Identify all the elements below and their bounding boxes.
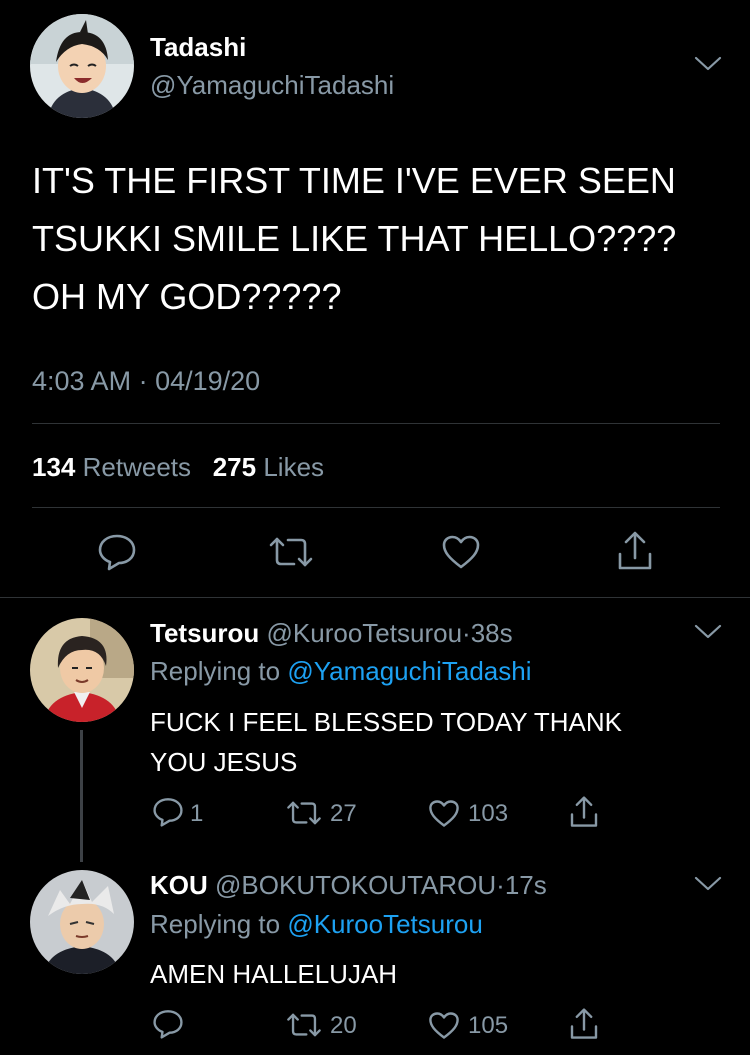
reply-text-line: FUCK I FEEL BLESSED TODAY THANK — [150, 707, 622, 737]
chevron-down-icon[interactable] — [694, 624, 722, 640]
tweet-text-line: TSUKKI SMILE LIKE THAT HELLO???? — [32, 218, 677, 259]
reply-text-line: YOU JESUS — [150, 747, 298, 777]
reply-header: Tetsurou @KurooTetsurou·38s — [150, 618, 513, 649]
divider — [32, 423, 720, 424]
share-icon[interactable] — [568, 795, 600, 829]
tweet-timestamp[interactable]: 4:03 AM · 04/19/20 — [32, 366, 260, 397]
reply-author-name[interactable]: Tetsurou — [150, 618, 259, 648]
chevron-down-icon[interactable] — [694, 56, 722, 72]
reply-age: 17s — [504, 870, 547, 900]
retweets-label: Retweets — [82, 452, 192, 482]
reply-count: 1 — [190, 800, 204, 827]
retweet-icon[interactable] — [286, 1012, 322, 1038]
tweet-text-line: IT'S THE FIRST TIME I'VE EVER SEEN — [32, 160, 676, 201]
replying-to: Replying to @KurooTetsurou — [150, 909, 483, 940]
like-icon[interactable] — [428, 1011, 460, 1040]
reply-avatar[interactable] — [30, 870, 134, 974]
reply-text: FUCK I FEEL BLESSED TODAY THANK YOU JESU… — [150, 702, 622, 782]
share-icon[interactable] — [615, 530, 655, 572]
reply-icon[interactable] — [152, 1009, 184, 1039]
share-icon[interactable] — [568, 1007, 600, 1041]
divider — [32, 507, 720, 508]
retweet-count: 27 — [330, 800, 357, 827]
like-icon[interactable] — [441, 534, 481, 570]
thread-line — [80, 730, 83, 862]
replying-to-link[interactable]: @KurooTetsurou — [287, 909, 483, 939]
likes-stat[interactable]: 275 Likes — [213, 452, 324, 482]
retweet-icon[interactable] — [286, 800, 322, 826]
reply-text-line: AMEN HALLELUJAH — [150, 959, 398, 989]
separator-dot: · — [496, 870, 505, 900]
likes-label: Likes — [263, 452, 325, 482]
separator-dot: · — [138, 366, 148, 396]
tweet-text-line: OH MY GOD????? — [32, 276, 342, 317]
reply-text: AMEN HALLELUJAH — [150, 956, 397, 992]
reply-avatar[interactable] — [30, 618, 134, 722]
author-name[interactable]: Tadashi — [150, 32, 246, 63]
author-avatar[interactable] — [30, 14, 134, 118]
reply-author-name[interactable]: KOU — [150, 870, 208, 900]
reply-icon[interactable] — [97, 533, 137, 571]
reply-author-handle[interactable]: @BOKUTOKOUTAROU — [215, 870, 496, 900]
chevron-down-icon[interactable] — [694, 876, 722, 892]
like-count: 105 — [468, 1012, 509, 1039]
likes-count: 275 — [212, 452, 257, 482]
author-handle[interactable]: @YamaguchiTadashi — [150, 70, 394, 101]
reply-icon[interactable] — [152, 797, 184, 827]
replying-to: Replying to @YamaguchiTadashi — [150, 656, 531, 687]
retweet-count: 20 — [330, 1012, 357, 1039]
divider — [0, 597, 750, 598]
like-icon[interactable] — [428, 799, 460, 828]
replying-to-link[interactable]: @YamaguchiTadashi — [287, 656, 531, 686]
reply-header: KOU @BOKUTOKOUTAROU·17s — [150, 870, 547, 901]
like-count: 103 — [468, 800, 509, 827]
replying-to-prefix: Replying to — [150, 656, 281, 686]
reply-author-handle[interactable]: @KurooTetsurou — [267, 618, 463, 648]
tweet-text: IT'S THE FIRST TIME I'VE EVER SEEN TSUKK… — [32, 152, 676, 326]
retweets-count: 134 — [32, 452, 76, 482]
tweet-time: 4:03 AM — [32, 366, 132, 396]
retweets-stat[interactable]: 134 Retweets — [32, 452, 198, 482]
reply-age: 38s — [470, 618, 513, 648]
retweet-icon[interactable] — [268, 536, 314, 568]
replying-to-prefix: Replying to — [150, 909, 281, 939]
separator-dot: · — [462, 618, 471, 648]
tweet-date: 04/19/20 — [155, 366, 261, 396]
engagement-stats: 134 Retweets 275 Likes — [32, 452, 324, 483]
